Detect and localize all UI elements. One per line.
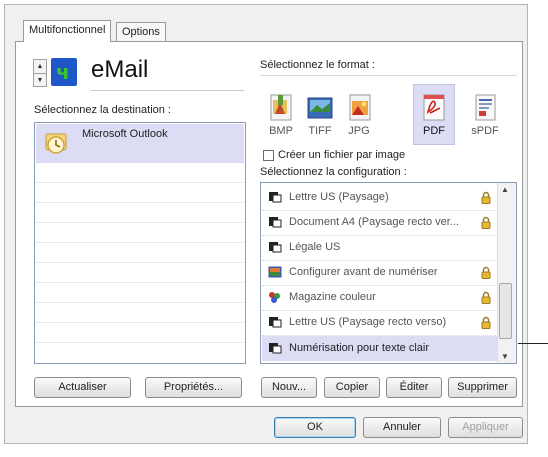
scroll-down-icon[interactable]: ▼: [501, 352, 509, 361]
list-item-microsoft-outlook[interactable]: Microsoft Outlook: [36, 124, 244, 163]
delete-button[interactable]: Supprimer: [448, 377, 517, 398]
list-item[interactable]: Lettre US (Paysage): [262, 185, 498, 211]
tab-options[interactable]: Options: [116, 22, 166, 42]
lock-icon: [481, 216, 491, 229]
tiff-format-icon[interactable]: [305, 92, 335, 122]
format-label: Sélectionnez le format :: [260, 59, 375, 71]
scroll-up-icon[interactable]: ▲: [501, 185, 509, 194]
format-label-tiff[interactable]: TIFF: [302, 125, 338, 137]
destination-label: Sélectionnez la destination :: [34, 104, 171, 116]
email-app-icon: ч: [51, 58, 77, 86]
properties-button[interactable]: Propriétés...: [145, 377, 242, 398]
format-label-jpg[interactable]: JPG: [341, 125, 377, 137]
format-label-pdf[interactable]: PDF: [416, 125, 452, 137]
tab-multifonctionnel[interactable]: Multifonctionnel: [23, 20, 112, 42]
configuration-list[interactable]: Lettre US (Paysage) Document A4 (Paysage…: [260, 182, 517, 364]
one-file-per-image-label[interactable]: Créer un fichier par image: [278, 149, 405, 161]
outlook-label: Microsoft Outlook: [82, 128, 168, 140]
list-item[interactable]: Lettre US (Paysage recto verso): [262, 310, 498, 336]
format-label-bmp[interactable]: BMP: [263, 125, 299, 137]
config-label: Numérisation pour texte clair: [289, 342, 430, 354]
one-file-per-image-checkbox[interactable]: [263, 150, 274, 161]
cancel-button[interactable]: Annuler: [363, 417, 441, 438]
list-item: [36, 263, 244, 283]
spin-up-icon[interactable]: ▲: [34, 60, 46, 74]
bmp-format-icon[interactable]: [266, 92, 296, 122]
config-label: Magazine couleur: [289, 291, 376, 303]
configure-before-scan-icon: [268, 266, 282, 278]
config-label: Légale US: [289, 241, 341, 253]
pdf-format-icon[interactable]: [419, 92, 449, 122]
list-item: [36, 243, 244, 263]
list-item: [36, 223, 244, 243]
list-item: [36, 343, 244, 362]
copy-button[interactable]: Copier: [324, 377, 380, 398]
document-config-icon: [269, 192, 282, 203]
lock-icon: [481, 316, 491, 329]
edit-button[interactable]: Éditer: [386, 377, 442, 398]
destination-title: eMail: [91, 56, 149, 83]
config-label: Configurer avant de numériser: [289, 266, 438, 278]
ok-button[interactable]: OK: [274, 417, 356, 438]
document-config-icon: [269, 217, 282, 228]
list-item-selected[interactable]: Numérisation pour texte clair: [262, 336, 498, 361]
config-label: Lettre US (Paysage recto verso): [289, 316, 447, 328]
format-divider: [260, 75, 517, 76]
spin-down-icon[interactable]: ▼: [34, 74, 46, 87]
list-item: [36, 303, 244, 323]
document-config-icon: [269, 343, 282, 354]
scrollbar-thumb[interactable]: [499, 283, 512, 339]
list-item[interactable]: Légale US: [262, 235, 498, 261]
new-button[interactable]: Nouv...: [261, 377, 317, 398]
lock-icon: [481, 266, 491, 279]
list-item: [36, 203, 244, 223]
apply-button[interactable]: Appliquer: [448, 417, 523, 438]
color-magazine-icon: [269, 292, 280, 303]
annotation-pointer-line: [518, 343, 548, 344]
title-divider: [91, 90, 244, 91]
destination-spinner[interactable]: ▲ ▼: [33, 59, 47, 87]
config-label: Document A4 (Paysage recto ver...: [289, 216, 459, 228]
outlook-icon: [45, 133, 67, 154]
jpg-format-icon[interactable]: [344, 92, 374, 122]
destination-list[interactable]: Microsoft Outlook: [34, 122, 246, 364]
lock-icon: [481, 191, 491, 204]
spdf-format-icon[interactable]: [470, 92, 500, 122]
lock-icon: [481, 291, 491, 304]
list-item: [36, 183, 244, 203]
format-label-spdf[interactable]: sPDF: [467, 125, 503, 137]
list-item: [36, 283, 244, 303]
list-item: [36, 163, 244, 183]
document-config-icon: [269, 242, 282, 253]
config-label: Lettre US (Paysage): [289, 191, 389, 203]
configuration-label: Sélectionnez la configuration :: [260, 166, 407, 178]
list-item[interactable]: Magazine couleur: [262, 285, 498, 311]
refresh-button[interactable]: Actualiser: [34, 377, 131, 398]
document-config-icon: [269, 317, 282, 328]
list-item[interactable]: Configurer avant de numériser: [262, 260, 498, 286]
list-item: [36, 323, 244, 343]
list-item[interactable]: Document A4 (Paysage recto ver...: [262, 210, 498, 236]
